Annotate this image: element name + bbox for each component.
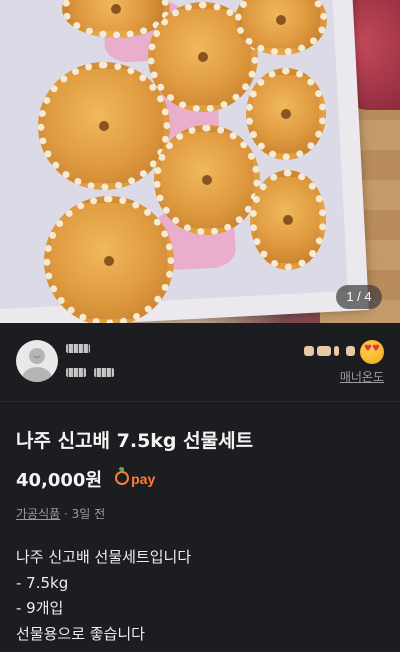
description-line: - 7.5kg [16,573,69,592]
manner-temperature-icons[interactable] [304,340,384,364]
product-description: 나주 신고배 선물세트입니다 - 7.5kg - 9개입 선물용으로 좋습니다 [16,545,191,647]
product-meta: 가공식품 · 3일 전 [16,505,105,522]
manner-temperature-link[interactable]: 매너온도 [340,368,384,385]
pear [250,170,326,270]
heart-eyes-emoji-icon [360,340,384,364]
carrot-icon [115,467,130,485]
pay-label: pay [131,471,156,487]
pear [154,125,260,235]
product-title: 나주 신고배 7.5kg 선물세트 [16,430,254,452]
price-row: 40,000원 pay [16,466,155,492]
posted-time: 3일 전 [71,507,106,521]
temperature-bar-icon [346,346,355,356]
meta-separator: · [60,507,72,521]
carrot-pay-badge: pay [115,467,156,487]
avatar-body [22,367,52,382]
description-line: 선물용으로 좋습니다 [16,624,145,643]
temperature-bar-icon [304,346,314,356]
pear [38,62,170,190]
product-photo[interactable]: 1 / 4 [0,0,400,323]
redacted-seller-location [66,368,86,377]
pear [44,196,174,323]
avatar[interactable] [16,340,58,382]
redacted-seller-location [94,368,114,377]
temperature-bar-icon [334,346,339,356]
category-link[interactable]: 가공식품 [16,507,60,521]
description-line: 나주 신고배 선물세트입니다 [16,548,192,566]
redacted-seller-name [66,344,90,353]
photo-counter: 1 / 4 [336,285,382,309]
product-price: 40,000원 [16,470,103,491]
description-line: - 9개입 [16,599,64,617]
pear [246,68,326,160]
temperature-bar-icon [317,346,331,356]
seller-profile[interactable]: 매너온도 [0,323,400,402]
